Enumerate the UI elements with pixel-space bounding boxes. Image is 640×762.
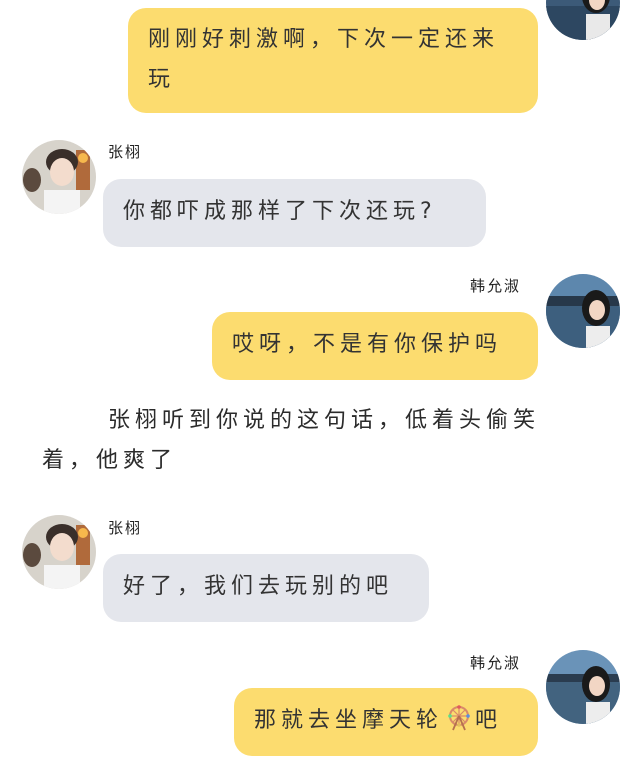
speaker-name-left: 张栩 <box>108 519 143 537</box>
female-avatar[interactable] <box>546 650 620 724</box>
male-avatar[interactable] <box>22 515 96 589</box>
message-bubble-left: 你都吓成那样了下次还玩? <box>103 179 486 247</box>
message-text: 好了，我们去玩别的吧 <box>123 574 394 599</box>
message-text: 刚刚好刺激啊，下次一定还来玩 <box>148 27 500 92</box>
ferris-wheel-icon <box>448 705 470 731</box>
female-avatar[interactable] <box>546 274 620 348</box>
narration-text: 张栩听到你说的这句话，低着头偷笑着，他爽了 <box>42 408 541 473</box>
male-avatar-image <box>22 515 96 589</box>
message-text: 你都吓成那样了下次还玩? <box>123 199 437 224</box>
speaker-name-left: 张栩 <box>108 143 143 161</box>
female-avatar[interactable] <box>546 0 620 40</box>
female-avatar-image <box>546 274 620 348</box>
speaker-name-right: 韩允淑 <box>470 277 522 295</box>
female-avatar-image <box>546 650 620 724</box>
message-text: 哎呀，不是有你保护吗 <box>232 332 503 357</box>
male-avatar-image <box>22 140 96 214</box>
message-text: 吧 <box>475 708 503 733</box>
message-bubble-left: 好了，我们去玩别的吧 <box>103 554 429 622</box>
message-text: 那就去坐摩天轮 <box>254 708 444 733</box>
female-avatar-image <box>546 0 620 40</box>
message-bubble-right: 刚刚好刺激啊，下次一定还来玩 <box>128 8 538 113</box>
male-avatar[interactable] <box>22 140 96 214</box>
speaker-name-right: 韩允淑 <box>470 654 522 672</box>
message-bubble-right: 哎呀，不是有你保护吗 <box>212 312 538 380</box>
message-bubble-right: 那就去坐摩天轮 吧 <box>234 688 538 756</box>
